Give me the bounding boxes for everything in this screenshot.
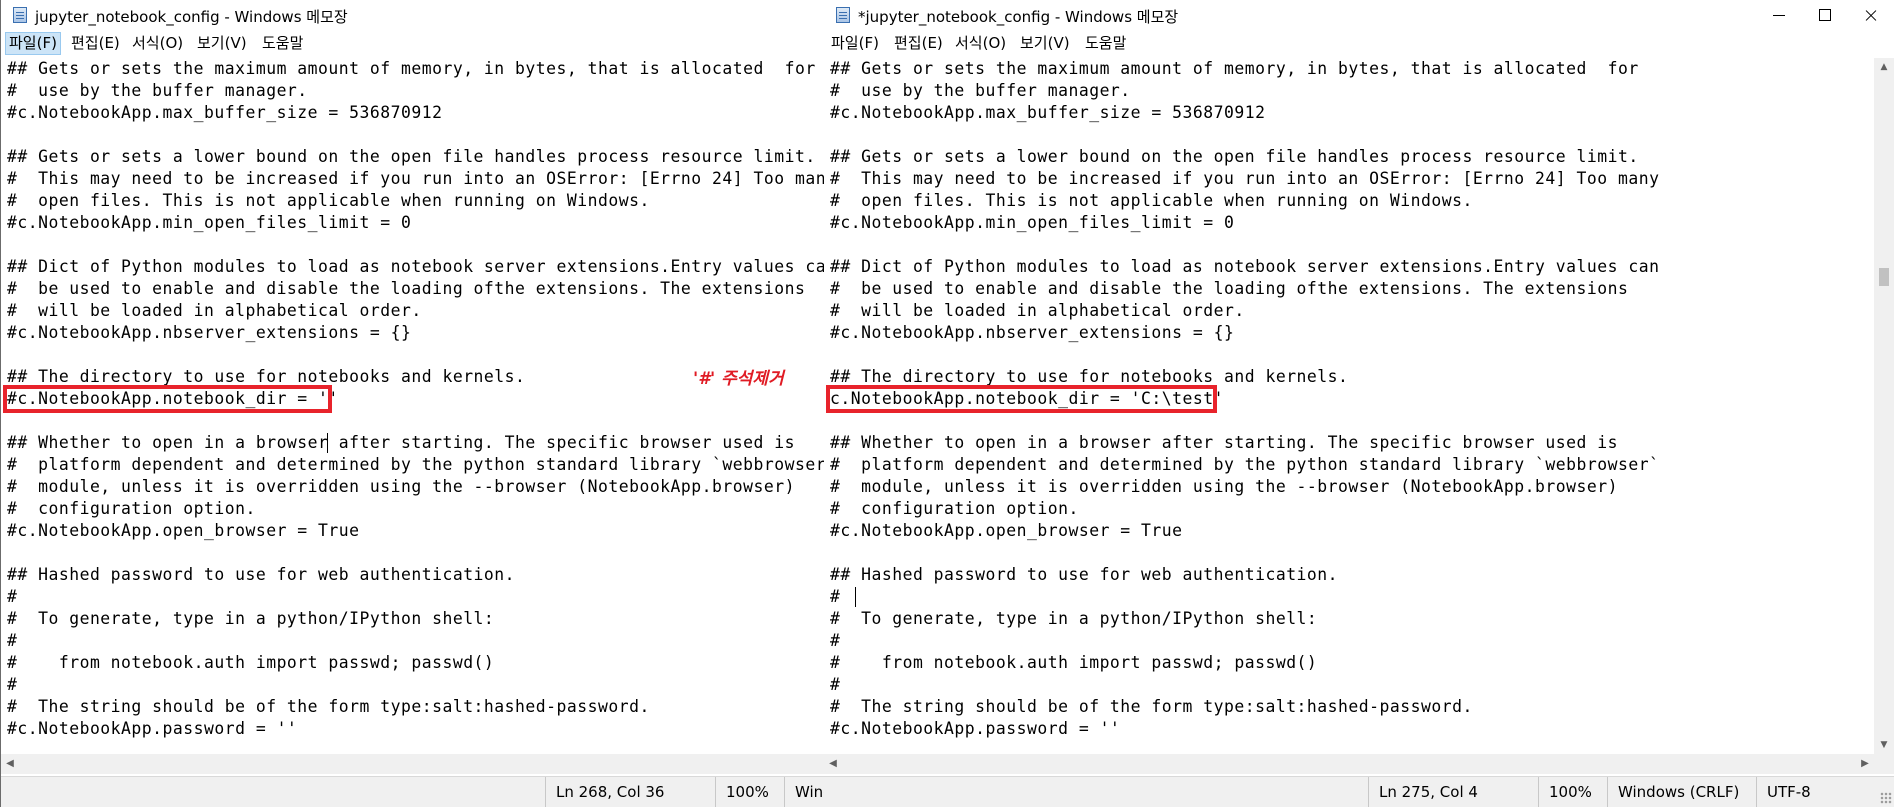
menu-edit[interactable]: 편집(E) xyxy=(891,33,946,54)
menu-view[interactable]: 보기(V) xyxy=(194,33,250,54)
text-line: # To generate, type in a python/IPython … xyxy=(830,609,1318,628)
text-line: #c.NotebookApp.max_buffer_size = 5368709… xyxy=(7,103,443,122)
text-line: # xyxy=(7,587,18,606)
text-line: # will be loaded in alphabetical order. xyxy=(7,301,422,320)
text-line: ## Whether to open in a browser after st… xyxy=(830,433,1618,452)
text-line: # open files. This is not applicable whe… xyxy=(830,191,1473,210)
scroll-down-icon[interactable]: ▼ xyxy=(1874,736,1894,754)
menu-help[interactable]: 도움말 xyxy=(259,33,306,54)
title-bar[interactable]: *jupyter_notebook_config - Windows 메모장 xyxy=(824,0,1894,30)
text-line: # The string should be of the form type:… xyxy=(830,697,1473,716)
title-bar[interactable]: jupyter_notebook_config - Windows 메모장 xyxy=(1,0,824,30)
close-icon[interactable] xyxy=(1848,0,1894,30)
status-bar: Ln 275, Col 4 100% Windows (CRLF) UTF-8 xyxy=(824,776,1894,807)
text-line: ## Gets or sets the maximum amount of me… xyxy=(830,59,1639,78)
text-line: # xyxy=(830,587,841,606)
text-line: #c.NotebookApp.min_open_files_limit = 0 xyxy=(7,213,412,232)
text-line: # use by the buffer manager. xyxy=(7,81,308,100)
text-line: ## Dict of Python modules to load as not… xyxy=(830,257,1660,276)
text-line: # configuration option. xyxy=(830,499,1079,518)
text-line: ## Gets or sets the maximum amount of me… xyxy=(7,59,816,78)
resize-grip-icon[interactable] xyxy=(1880,792,1892,804)
text-line: # xyxy=(830,631,841,650)
menu-file[interactable]: 파일(F) xyxy=(5,32,61,55)
menu-bar: 파일(F) 편집(E) 서식(O) 보기(V) 도움말 xyxy=(824,30,1894,57)
notepad-window-right: *jupyter_notebook_config - Windows 메모장 파… xyxy=(824,0,1894,807)
text-caret xyxy=(855,587,856,607)
text-line: # be used to enable and disable the load… xyxy=(830,279,1629,298)
text-line: #c.NotebookApp.open_browser = True xyxy=(7,521,360,540)
text-line: ## Hashed password to use for web authen… xyxy=(830,565,1339,584)
text-line: # module, unless it is overridden using … xyxy=(830,477,1618,496)
text-line: # platform dependent and determined by t… xyxy=(830,455,1660,474)
menu-view[interactable]: 보기(V) xyxy=(1017,33,1073,54)
minimize-icon[interactable] xyxy=(1756,0,1802,30)
menu-edit[interactable]: 편집(E) xyxy=(68,33,123,54)
highlight-box-edited xyxy=(826,385,1217,413)
line-ending: Windows (CRLF) xyxy=(784,777,824,807)
maximize-icon[interactable] xyxy=(1802,0,1848,30)
text-line: # open files. This is not applicable whe… xyxy=(7,191,650,210)
text-line: ## Gets or sets a lower bound on the ope… xyxy=(7,147,816,166)
cursor-position: Ln 268, Col 36 xyxy=(545,777,715,807)
menu-format[interactable]: 서식(O) xyxy=(129,33,186,54)
text-line: #c.NotebookApp.password = '' xyxy=(7,719,298,738)
text-line: # xyxy=(830,675,841,694)
highlight-box-original xyxy=(3,385,332,413)
encoding: UTF-8 xyxy=(1756,777,1894,807)
text-line: # will be loaded in alphabetical order. xyxy=(830,301,1245,320)
horizontal-scrollbar[interactable]: ◀ ▶ xyxy=(824,754,1874,774)
notepad-app-icon xyxy=(13,7,27,23)
text-line: # The string should be of the form type:… xyxy=(7,697,650,716)
menu-file[interactable]: 파일(F) xyxy=(828,33,882,54)
text-line: #c.NotebookApp.nbserver_extensions = {} xyxy=(830,323,1235,342)
text-line: # from notebook.auth import passwd; pass… xyxy=(830,653,1318,672)
status-bar: Ln 268, Col 36 100% Windows (CRLF) xyxy=(1,776,824,807)
menu-bar: 파일(F) 편집(E) 서식(O) 보기(V) 도움말 xyxy=(1,30,824,57)
cursor-position: Ln 275, Col 4 xyxy=(1368,777,1538,807)
scroll-right-icon[interactable]: ▶ xyxy=(1856,754,1874,774)
text-line: # xyxy=(7,631,18,650)
text-line: # configuration option. xyxy=(7,499,256,518)
window-title: *jupyter_notebook_config - Windows 메모장 xyxy=(858,8,1179,26)
menu-format[interactable]: 서식(O) xyxy=(952,33,1009,54)
text-line: #c.NotebookApp.nbserver_extensions = {} xyxy=(7,323,412,342)
text-line: # This may need to be increased if you r… xyxy=(830,169,1660,188)
text-editor[interactable]: ## Gets or sets the maximum amount of me… xyxy=(1,58,824,754)
text-line: # from notebook.auth import passwd; pass… xyxy=(7,653,495,672)
scroll-up-icon[interactable]: ▲ xyxy=(1874,58,1894,76)
vertical-scrollbar[interactable]: ▲ ▼ xyxy=(1874,58,1894,754)
text-line: ## Whether to open in a browser after st… xyxy=(7,433,795,452)
scrollbar-thumb[interactable] xyxy=(1879,268,1889,286)
line-ending: Windows (CRLF) xyxy=(1607,777,1756,807)
window-title: jupyter_notebook_config - Windows 메모장 xyxy=(35,8,348,26)
zoom-level: 100% xyxy=(715,777,784,807)
horizontal-scrollbar[interactable]: ◀ xyxy=(1,754,824,774)
scrollbar-corner xyxy=(1874,754,1894,774)
text-line: #c.NotebookApp.open_browser = True xyxy=(830,521,1183,540)
text-editor[interactable]: ## Gets or sets the maximum amount of me… xyxy=(824,58,1874,754)
text-line: ## Gets or sets a lower bound on the ope… xyxy=(830,147,1639,166)
annotation-remove-comment: '#' 주석제거 xyxy=(693,369,784,389)
menu-help[interactable]: 도움말 xyxy=(1082,33,1129,54)
zoom-level: 100% xyxy=(1538,777,1607,807)
text-line: ## Dict of Python modules to load as not… xyxy=(7,257,824,276)
text-line: # module, unless it is overridden using … xyxy=(7,477,795,496)
text-line: ## Hashed password to use for web authen… xyxy=(7,565,516,584)
notepad-app-icon xyxy=(836,7,850,23)
notepad-window-left: jupyter_notebook_config - Windows 메모장 파일… xyxy=(0,0,824,807)
text-line: #c.NotebookApp.max_buffer_size = 5368709… xyxy=(830,103,1266,122)
scroll-left-icon[interactable]: ◀ xyxy=(1,754,19,774)
text-line: # platform dependent and determined by t… xyxy=(7,455,824,474)
text-line: # This may need to be increased if you r… xyxy=(7,169,824,188)
text-line: # To generate, type in a python/IPython … xyxy=(7,609,495,628)
scroll-left-icon[interactable]: ◀ xyxy=(824,754,842,774)
text-caret xyxy=(327,433,328,453)
text-line: # use by the buffer manager. xyxy=(830,81,1131,100)
text-line: # xyxy=(7,675,18,694)
text-line: # be used to enable and disable the load… xyxy=(7,279,806,298)
text-line: #c.NotebookApp.min_open_files_limit = 0 xyxy=(830,213,1235,232)
text-line: #c.NotebookApp.password = '' xyxy=(830,719,1121,738)
